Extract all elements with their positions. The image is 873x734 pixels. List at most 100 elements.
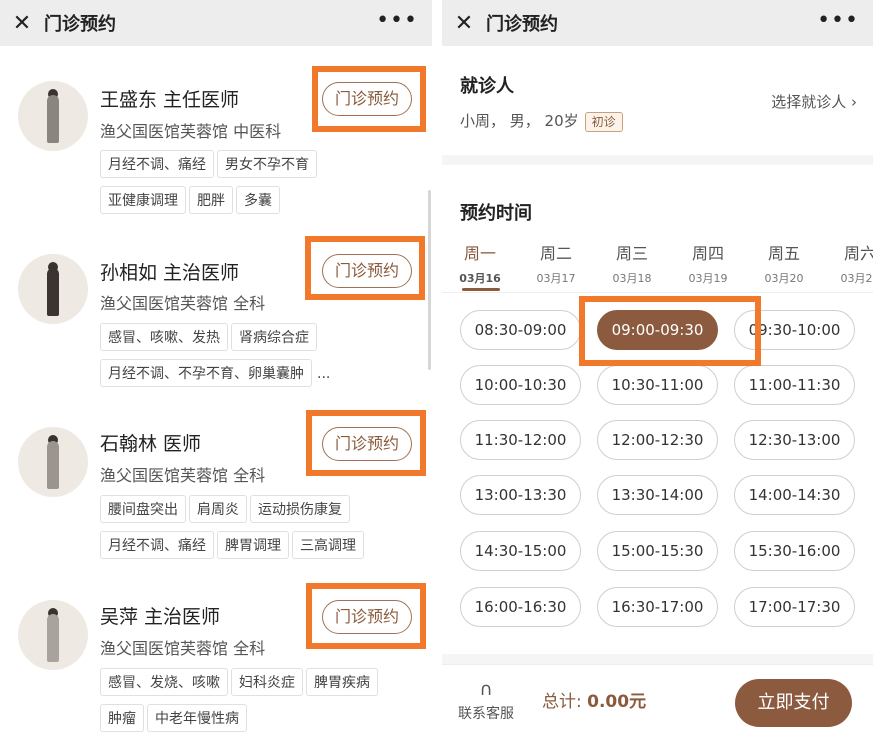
day-date: 03月20: [764, 272, 804, 285]
specialty-tag: 腰间盘突出: [100, 495, 186, 523]
headset-icon: ∩: [479, 679, 493, 700]
highlight-box: [579, 296, 761, 366]
doctor-avatar: [18, 600, 88, 670]
day-date: 03月21: [840, 272, 873, 285]
specialty-tag: 感冒、发烧、咳嗽: [100, 668, 228, 696]
doctor-card: 吴萍 主治医师 渔父国医馆芙蓉馆 全科 感冒、发烧、咳嗽 妇科炎症 脾胃疾病 肿瘤中…: [0, 580, 432, 734]
total-value: 0.00元: [587, 692, 647, 712]
specialty-tag: 肩周炎: [189, 495, 247, 523]
day-tab-sat[interactable]: 周六 03月21: [830, 240, 873, 286]
panel-divider: [432, 0, 442, 734]
doctor-hospital: 渔父国医馆芙蓉馆 中医科: [100, 122, 282, 141]
first-visit-badge: 初诊: [584, 111, 623, 132]
day-name: 周四: [691, 244, 724, 263]
time-slot[interactable]: 12:30-13:00: [734, 420, 855, 460]
total-amount: 总计: 0.00元: [542, 687, 646, 712]
specialty-tag: 感冒、咳嗽、发热: [100, 323, 228, 351]
specialty-tag: 脾胃调理: [217, 531, 289, 559]
time-slot[interactable]: 10:00-10:30: [460, 365, 581, 405]
time-slot[interactable]: 15:00-15:30: [597, 531, 718, 571]
customer-service-button[interactable]: ∩ 联系客服: [454, 679, 518, 723]
day-name: 周二: [539, 244, 572, 263]
title-bar: ✕ 门诊预约 •••: [442, 0, 873, 46]
time-slot[interactable]: 11:00-11:30: [734, 365, 855, 405]
time-section-title: 预约时间: [460, 203, 532, 224]
specialty-tag: 男女不孕不育: [217, 150, 317, 178]
day-date: 03月19: [688, 272, 728, 285]
doctor-hospital: 渔父国医馆芙蓉馆 全科: [100, 294, 266, 313]
more-icon[interactable]: •••: [817, 8, 859, 33]
total-label: 总计:: [542, 692, 588, 712]
scrollbar[interactable]: [428, 190, 431, 370]
doctor-hospital: 渔父国医馆芙蓉馆 全科: [100, 466, 266, 485]
time-slot[interactable]: 10:30-11:00: [597, 365, 718, 405]
time-slot[interactable]: 12:00-12:30: [597, 420, 718, 460]
time-slot[interactable]: 13:00-13:30: [460, 475, 581, 515]
specialty-tag: 多囊: [236, 186, 280, 214]
time-slot[interactable]: 14:30-15:00: [460, 531, 581, 571]
more-icon[interactable]: •••: [376, 8, 418, 33]
day-name: 周三: [615, 244, 648, 263]
day-name: 周五: [767, 244, 800, 263]
time-slot[interactable]: 13:30-14:00: [597, 475, 718, 515]
doctor-hospital: 渔父国医馆芙蓉馆 全科: [100, 639, 266, 658]
specialty-tag: 运动损伤康复: [250, 495, 350, 523]
doctor-avatar: [18, 254, 88, 324]
close-icon[interactable]: ✕: [0, 0, 44, 46]
time-slot[interactable]: 15:30-16:00: [734, 531, 855, 571]
section-gap: [442, 155, 873, 165]
time-slot[interactable]: 17:00-17:30: [734, 587, 855, 627]
specialty-tag: 亚健康调理: [100, 186, 186, 214]
pay-now-button[interactable]: 立即支付: [735, 679, 852, 727]
patient-details: 小周， 男， 20岁: [460, 112, 579, 130]
doctor-tags: 腰间盘突出 肩周炎 运动损伤康复 月经不调、痛经 脾胃调理 三高调理: [100, 495, 424, 567]
specialty-tag: 中老年慢性病: [147, 704, 247, 732]
doctor-avatar: [18, 427, 88, 497]
close-icon[interactable]: ✕: [442, 0, 486, 46]
day-date: 03月17: [536, 272, 576, 285]
doctor-tags: 月经不调、痛经 男女不孕不育 亚健康调理 肥胖 多囊: [100, 150, 424, 222]
day-tab-wed[interactable]: 周三 03月18: [602, 240, 662, 286]
select-patient-label: 选择就诊人: [771, 93, 847, 111]
day-tab-mon[interactable]: 周一 03月16: [450, 240, 510, 286]
time-slot[interactable]: 16:30-17:00: [597, 587, 718, 627]
section-gap: [442, 654, 873, 664]
day-tab-fri[interactable]: 周五 03月20: [754, 240, 814, 286]
doctor-avatar: [18, 81, 88, 151]
highlight-box: [306, 410, 426, 476]
time-slot[interactable]: 08:30-09:00: [460, 310, 581, 350]
doctor-name: 石翰林 医师: [100, 433, 202, 455]
specialty-tag: 月经不调、痛经: [100, 531, 214, 559]
booking-screen: ✕ 门诊预约 ••• 就诊人 小周， 男， 20岁 初诊 选择就诊人 › 预约时间…: [442, 0, 873, 734]
time-slot[interactable]: 16:00-16:30: [460, 587, 581, 627]
highlight-box: [306, 583, 426, 649]
footer-bar: ∩ 联系客服 总计: 0.00元 立即支付: [442, 664, 873, 734]
highlight-box: [305, 236, 425, 300]
patient-section-title: 就诊人: [460, 76, 514, 97]
day-tab-thu[interactable]: 周四 03月19: [678, 240, 738, 286]
page-title: 门诊预约: [486, 14, 558, 35]
highlight-box: [312, 66, 426, 132]
active-day-indicator: [462, 288, 500, 291]
tab-divider: [442, 292, 873, 293]
day-name: 周一: [463, 244, 496, 263]
title-bar: ✕ 门诊预约 •••: [0, 0, 432, 46]
page-title: 门诊预约: [44, 14, 116, 35]
select-patient-link[interactable]: 选择就诊人 ›: [771, 91, 857, 112]
patient-info: 小周， 男， 20岁 初诊: [460, 110, 623, 132]
customer-service-label: 联系客服: [458, 706, 514, 722]
doctor-name: 孙相如 主治医师: [100, 262, 240, 284]
more-tags-ellipsis: ...: [317, 366, 331, 382]
doctor-card: 王盛东 主任医师 渔父国医馆芙蓉馆 中医科 月经不调、痛经 男女不孕不育 亚健康调…: [0, 60, 432, 230]
specialty-tag: 肿瘤: [100, 704, 144, 732]
doctor-list-screen: ✕ 门诊预约 ••• 王盛东 主任医师 渔父国医馆芙蓉馆 中医科 月经不调、痛经…: [0, 0, 432, 734]
specialty-tag: 月经不调、不孕不育、卵巢囊肿: [100, 359, 312, 387]
doctor-tags: 感冒、发烧、咳嗽 妇科炎症 脾胃疾病 肿瘤 中老年慢性病: [100, 668, 424, 734]
specialty-tag: 脾胃疾病: [306, 668, 378, 696]
time-slot[interactable]: 11:30-12:00: [460, 420, 581, 460]
day-name: 周六: [843, 244, 873, 263]
doctor-name: 吴萍 主治医师: [100, 606, 221, 628]
day-tab-tue[interactable]: 周二 03月17: [526, 240, 586, 286]
time-slot[interactable]: 14:00-14:30: [734, 475, 855, 515]
doctor-card: 石翰林 医师 渔父国医馆芙蓉馆 全科 腰间盘突出 肩周炎 运动损伤康复 月经不调、痛…: [0, 405, 432, 580]
